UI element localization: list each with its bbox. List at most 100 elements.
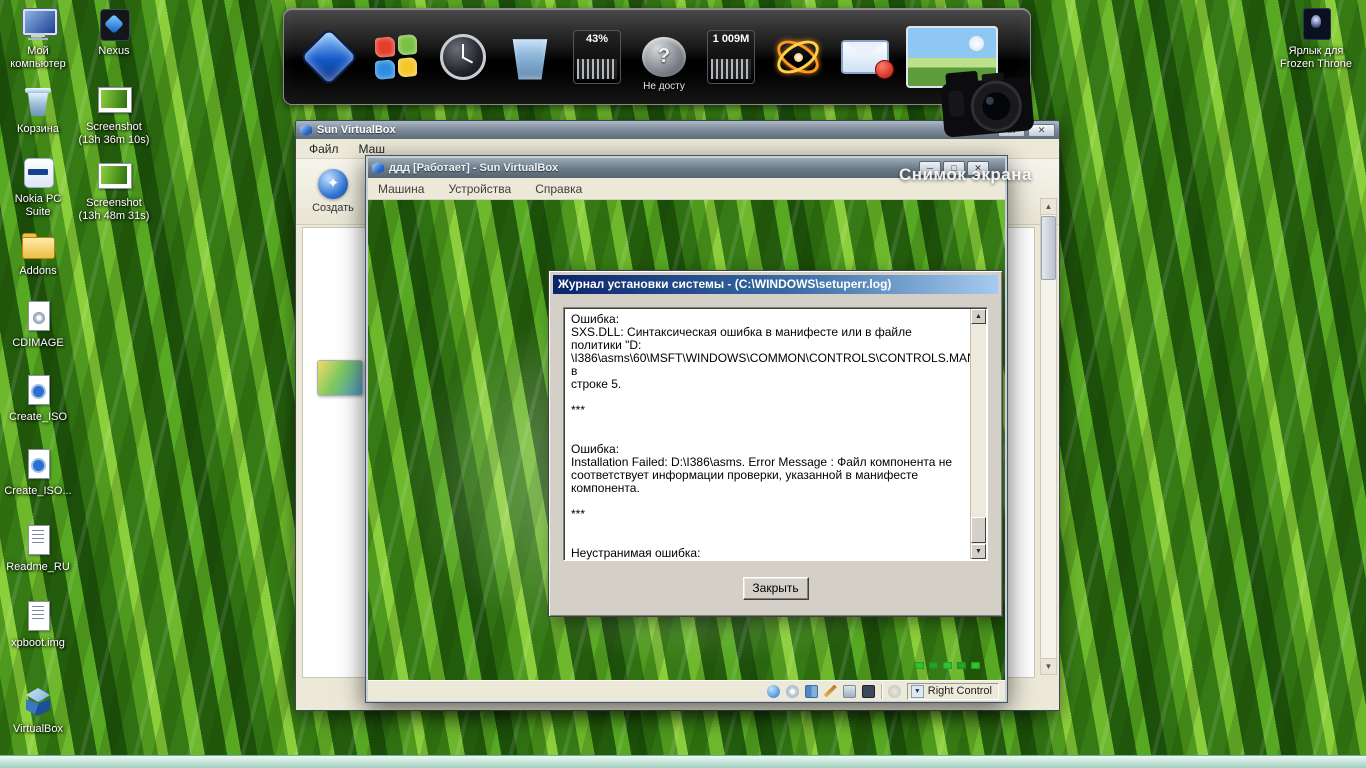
- desktop: Мой компьютер Корзина Nokia PC Suite Add…: [0, 0, 1366, 768]
- nexus-dock: 43% ? Не досту 1 009M: [283, 8, 1031, 105]
- host-key-icon: ▼: [911, 685, 924, 698]
- dock-item-network[interactable]: [769, 21, 827, 93]
- desktop-icon-label: Readme_RU: [2, 561, 74, 574]
- clock-icon: [440, 34, 486, 80]
- disc-document-icon: [19, 300, 57, 334]
- statusbar-divider: [881, 684, 882, 699]
- display-status-icon[interactable]: [862, 685, 875, 698]
- question-icon: ?: [642, 37, 686, 77]
- gear-document-icon: [19, 374, 57, 408]
- recycle-bin-icon: [19, 86, 57, 120]
- desktop-icon-label: Nokia PC Suite: [2, 193, 74, 218]
- desktop-icon-cdimage[interactable]: CDIMAGE: [2, 300, 74, 350]
- nexus-icon: [299, 27, 358, 86]
- desktop-icon-label: Ярлык для Frozen Throne: [1272, 45, 1360, 70]
- desktop-icon-addons[interactable]: Addons: [2, 228, 74, 278]
- shared-folder-status-icon[interactable]: [843, 685, 856, 698]
- desktop-icon-label: xpboot.img: [2, 637, 74, 650]
- hdd-status-icon[interactable]: [767, 685, 780, 698]
- virtualbox-icon: [372, 162, 384, 174]
- dialog-title[interactable]: Журнал установки системы - (C:\WINDOWS\s…: [553, 275, 998, 294]
- create-vm-icon: [318, 169, 348, 199]
- nokia-icon: [19, 156, 57, 190]
- scroll-up-button[interactable]: ▲: [971, 309, 986, 324]
- network-status-icon[interactable]: [805, 685, 818, 698]
- menu-file[interactable]: Файл: [309, 142, 339, 156]
- scroll-down-button[interactable]: ▼: [971, 544, 986, 559]
- menu-machine[interactable]: Машина: [378, 182, 424, 196]
- dock-item-recycle-bin[interactable]: [501, 21, 559, 93]
- scroll-thumb[interactable]: [1041, 216, 1056, 280]
- dock-item-nexus[interactable]: [300, 21, 358, 93]
- desktop-icon-label: Screenshot (13h 36m 10s): [78, 121, 150, 146]
- dock-item-ram-meter[interactable]: 1 009M: [702, 21, 760, 93]
- dock-item-mail[interactable]: [836, 21, 894, 93]
- virtualbox-icon: [300, 124, 312, 136]
- dialog-scrollbar[interactable]: ▲ ▼: [970, 309, 986, 559]
- create-vm-button[interactable]: Создать: [306, 162, 360, 222]
- scroll-down-button[interactable]: ▼: [1041, 658, 1056, 674]
- desktop-icon-label: Nexus: [78, 45, 150, 58]
- vm-list-item[interactable]: [317, 360, 363, 396]
- dock-item-clock[interactable]: [434, 21, 492, 93]
- screenshot-icon: [95, 160, 133, 194]
- scroll-up-button[interactable]: ▲: [1041, 199, 1056, 215]
- setup-error-dialog: Журнал установки системы - (C:\WINDOWS\s…: [548, 270, 1003, 617]
- dock-item-windows[interactable]: [367, 21, 425, 93]
- desktop-icon-nexus[interactable]: Nexus: [78, 8, 150, 58]
- ram-usage-label: 1 009M: [708, 33, 754, 45]
- desktop-icon-screenshot-1[interactable]: Screenshot (13h 36m 10s): [78, 84, 150, 146]
- close-dialog-button[interactable]: Закрыть: [743, 577, 809, 600]
- desktop-icon-create-iso[interactable]: Create_ISO: [2, 374, 74, 424]
- cd-status-icon[interactable]: [786, 685, 799, 698]
- host-key-panel: ▼ Right Control: [907, 683, 999, 700]
- mail-icon: [841, 40, 889, 74]
- unavailable-label: Не досту: [635, 81, 693, 92]
- desktop-icon-screenshot-2[interactable]: Screenshot (13h 48m 31s): [78, 160, 150, 222]
- gear-document-icon: [19, 448, 57, 482]
- image-file-icon: [19, 600, 57, 634]
- setup-log-text: Ошибка: SXS.DLL: Синтаксическая ошибка в…: [563, 307, 988, 561]
- host-scrollbar[interactable]: ▲ ▼: [1040, 198, 1057, 675]
- menu-help[interactable]: Справка: [535, 182, 582, 196]
- desktop-icon-label: VirtualBox: [2, 723, 74, 736]
- host-window-title: Sun VirtualBox: [317, 124, 995, 136]
- atom-icon: [772, 34, 824, 80]
- dock-item-unavailable[interactable]: ? Не досту: [635, 21, 693, 93]
- desktop-icon-label: Create_ISO: [2, 411, 74, 424]
- mouse-integration-icon[interactable]: [888, 685, 901, 698]
- desktop-icon-label: CDIMAGE: [2, 337, 74, 350]
- menu-devices[interactable]: Устройства: [448, 182, 511, 196]
- desktop-icon-label: Мой компьютер: [2, 45, 74, 70]
- windows-logo-icon: [375, 33, 417, 79]
- camera-icon: [930, 52, 1044, 155]
- desktop-icon-frozen-throne[interactable]: Ярлык для Frozen Throne: [1272, 8, 1360, 70]
- usb-status-icon[interactable]: [824, 685, 837, 698]
- virtualbox-icon: [19, 686, 57, 720]
- create-vm-label: Создать: [312, 202, 354, 214]
- vm-window: ддд [Работает] - Sun VirtualBox ─ □ ✕ Ма…: [365, 155, 1008, 703]
- desktop-icon-recycle-bin[interactable]: Корзина: [2, 86, 74, 136]
- dock-item-cpu-meter[interactable]: 43%: [568, 21, 626, 93]
- vm-window-title: ддд [Работает] - Sun VirtualBox: [389, 162, 917, 174]
- desktop-icon-readme-ru[interactable]: Readme_RU: [2, 524, 74, 574]
- desktop-icon-label: Корзина: [2, 123, 74, 136]
- vm-statusbar: ▼ Right Control: [368, 680, 1005, 701]
- desktop-icon-label: Addons: [2, 265, 74, 278]
- desktop-icon-create-iso-2[interactable]: Create_ISO...: [2, 448, 74, 498]
- question-glyph: ?: [658, 45, 670, 68]
- menu-machine[interactable]: Маш: [359, 142, 385, 156]
- desktop-icon-nokia-pc-suite[interactable]: Nokia PC Suite: [2, 156, 74, 218]
- folder-icon: [19, 228, 57, 262]
- recycle-bin-icon: [512, 34, 548, 80]
- desktop-icon-my-computer[interactable]: Мой компьютер: [2, 8, 74, 70]
- led-indicators: [915, 662, 980, 669]
- desktop-icon-virtualbox[interactable]: VirtualBox: [2, 686, 74, 736]
- wallpaper-bottom-strip: [0, 755, 1366, 768]
- screenshot-icon: [95, 84, 133, 118]
- desktop-icon-label: Screenshot (13h 48m 31s): [78, 197, 150, 222]
- host-key-label: Right Control: [928, 685, 992, 697]
- desktop-icon-label: Create_ISO...: [2, 485, 74, 498]
- desktop-icon-xpboot-img[interactable]: xpboot.img: [2, 600, 74, 650]
- scroll-thumb[interactable]: [971, 517, 986, 543]
